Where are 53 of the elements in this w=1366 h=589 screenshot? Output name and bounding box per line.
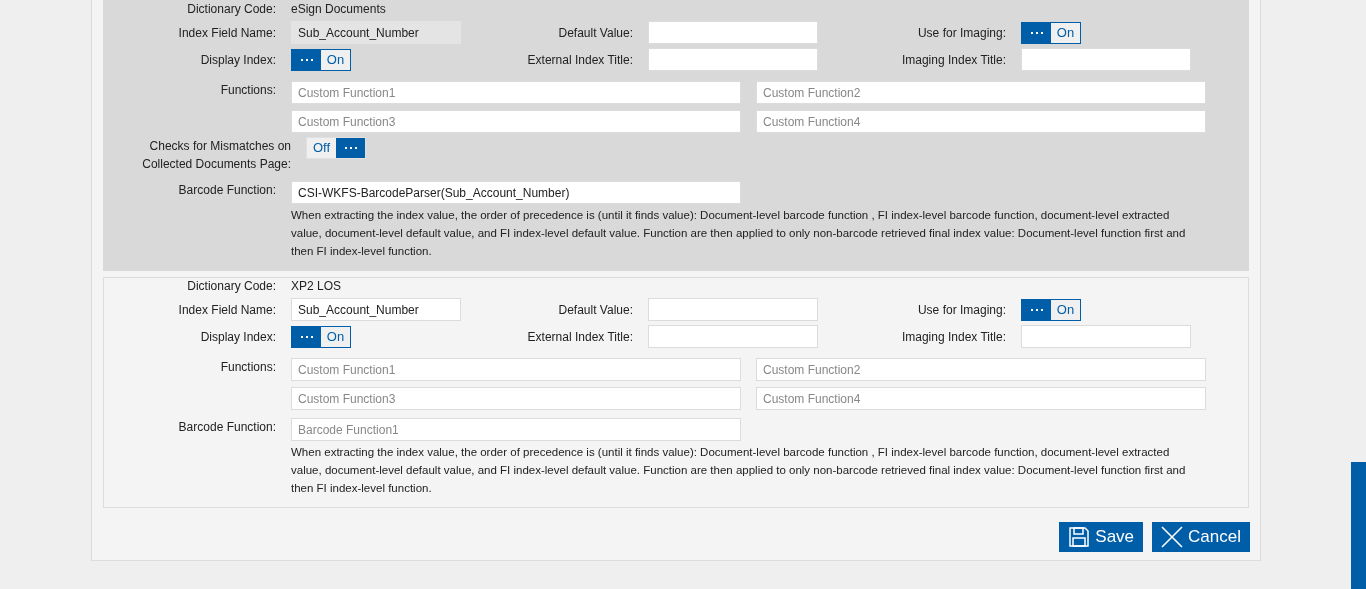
input-field[interactable]: Custom Function2 [756,358,1206,381]
dots-icon [1030,308,1043,311]
input-field[interactable] [1021,325,1191,348]
help-text: When extracting the index value, the order of precedence is (until it finds value): Document-level barcode function , FI index-level barcode function, document-level extracted value, document-level default value, and FI index-level default value. Function are then applied to only non-barcode retrieved final index value: Document-level function first and then FI index-level function. [291,445,1187,496]
dictionary-code-value: XP2 LOS [291,278,342,295]
field-label: Checks for Mismatches on Collected Documents Page: [141,138,291,173]
toggle-switch[interactable]: On [291,48,351,71]
dots-icon [1030,31,1043,34]
input-field[interactable] [648,48,818,71]
input-field[interactable]: Custom Function4 [756,387,1206,410]
input-field[interactable]: Barcode Function1 [291,418,741,441]
toggle-switch[interactable]: Off [306,137,366,159]
input-field[interactable]: Custom Function3 [291,387,741,410]
input-field[interactable]: Custom Function3 [291,110,741,133]
field-label: Index Field Name: [177,301,277,319]
field-label: Display Index: [199,51,277,69]
input-field[interactable]: Custom Function1 [291,81,741,104]
close-icon [1161,526,1184,548]
field-label: Imaging Index Title: [900,328,1007,346]
input-field[interactable]: Custom Function1 [291,358,741,381]
field-label: Functions: [219,359,277,376]
field-label: Display Index: [199,328,277,346]
field-label: Default Value: [557,301,634,319]
toggle-switch[interactable]: On [291,325,351,348]
help-text: When extracting the index value, the order of precedence is (until it finds value): Document-level barcode function , FI index-level barcode function, document-level extracted value, document-level default value, and FI index-level default value. Function are then applied to only non-barcode retrieved final index value: Document-level function first and then FI index-level function. [291,208,1187,259]
field-label: Imaging Index Title: [900,51,1007,69]
input-field[interactable] [1021,48,1191,71]
input-field[interactable]: Custom Function4 [756,110,1206,133]
dots-icon [300,58,313,61]
save-button[interactable]: Save [1059,522,1144,552]
side-tab[interactable] [1351,462,1366,589]
input-field[interactable]: Custom Function2 [756,81,1206,104]
toggle-switch[interactable]: On [1021,21,1081,44]
field-label: Dictionary Code: [186,278,277,295]
field-label: Default Value: [557,24,634,42]
field-label: Barcode Function: [177,182,277,199]
input-field[interactable] [648,298,818,321]
field-label: Barcode Function: [177,419,277,436]
cancel-button[interactable]: Cancel [1152,522,1250,552]
input-field[interactable]: Sub_Account_Number [291,298,461,321]
field-label: Dictionary Code: [186,1,277,18]
field-label: Functions: [219,82,277,99]
input-field[interactable]: CSI-WKFS-BarcodeParser(Sub_Account_Number) [291,181,741,204]
field-label: External Index Title: [526,51,634,69]
input-field[interactable] [648,325,818,348]
field-label: Index Field Name: [177,24,277,42]
toggle-switch[interactable]: On [1021,298,1081,321]
input-field[interactable] [648,21,818,44]
field-label: Use for Imaging: [916,301,1007,319]
field-label: Use for Imaging: [916,24,1007,42]
dictionary-code-value: eSign Documents [291,1,386,18]
dots-icon [300,335,313,338]
field-label: External Index Title: [526,328,634,346]
